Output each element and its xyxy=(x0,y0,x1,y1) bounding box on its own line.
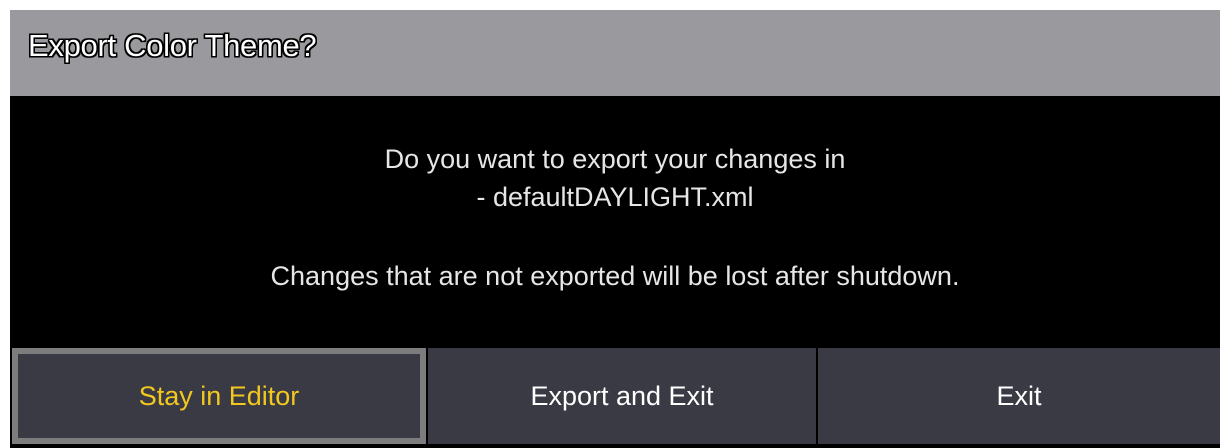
dialog-title-bar: Export Color Theme? xyxy=(10,10,1220,96)
export-color-theme-dialog: Export Color Theme? Do you want to expor… xyxy=(10,10,1220,448)
message-line-warning: Changes that are not exported will be lo… xyxy=(270,261,960,291)
message-line-filename: - defaultDAYLIGHT.xml xyxy=(476,182,754,212)
stay-in-editor-button[interactable]: Stay in Editor xyxy=(12,348,426,444)
exit-button[interactable]: Exit xyxy=(818,348,1220,444)
dialog-title: Export Color Theme? xyxy=(28,28,317,63)
dialog-button-row: Stay in Editor Export and Exit Exit xyxy=(10,348,1220,448)
stay-in-editor-label: Stay in Editor xyxy=(138,380,300,411)
message-line-question: Do you want to export your changes in xyxy=(384,144,846,174)
export-and-exit-label: Export and Exit xyxy=(530,380,714,411)
dialog-message: Do you want to export your changes in - … xyxy=(10,96,1220,348)
exit-label: Exit xyxy=(996,380,1042,411)
export-and-exit-button[interactable]: Export and Exit xyxy=(428,348,816,444)
